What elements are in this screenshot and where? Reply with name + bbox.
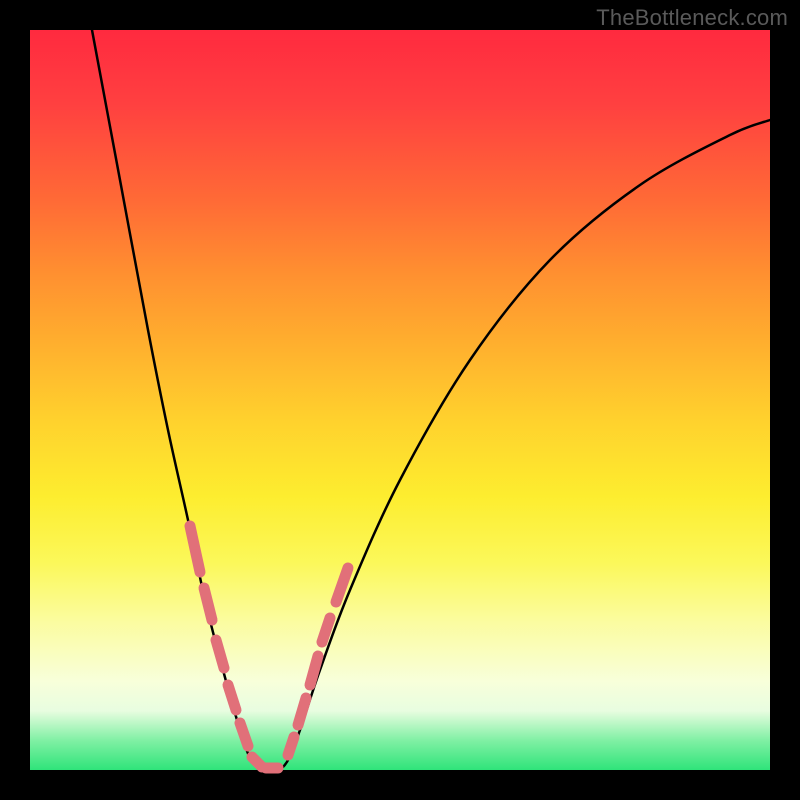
left-curve-beads-segment xyxy=(228,685,236,710)
plot-area xyxy=(30,30,770,770)
right-curve-beads-segment xyxy=(310,656,318,685)
watermark-text: TheBottleneck.com xyxy=(596,5,788,31)
series-group xyxy=(92,30,770,770)
chart-container: TheBottleneck.com xyxy=(0,0,800,800)
valley-beads-segment xyxy=(252,757,262,767)
left-curve-beads-segment xyxy=(190,526,200,572)
left-curve xyxy=(92,30,260,770)
left-curve-beads-segment xyxy=(204,588,212,620)
right-curve-beads-segment xyxy=(322,618,330,642)
right-curve xyxy=(280,120,770,770)
curves-svg xyxy=(30,30,770,770)
left-curve-beads-segment xyxy=(240,723,248,746)
markers-group xyxy=(190,526,348,768)
left-curve-beads-segment xyxy=(216,640,224,668)
right-curve-beads-segment xyxy=(298,698,306,725)
right-curve-beads-segment xyxy=(288,737,294,755)
